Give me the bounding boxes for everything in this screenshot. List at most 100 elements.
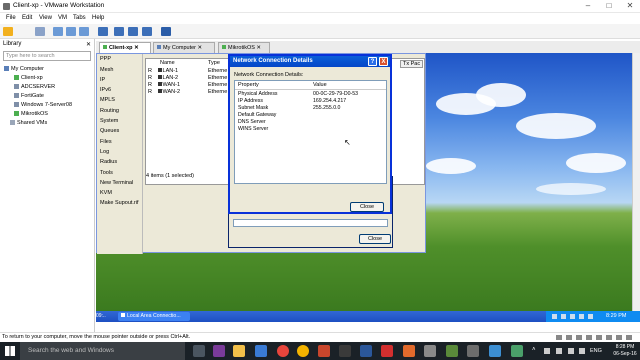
tree-shared-vms[interactable]: Shared VMs (10, 120, 47, 126)
device-icon[interactable] (626, 335, 632, 340)
table-row[interactable]: R LAN-1 Etherne (148, 68, 233, 74)
chrome-canary-icon[interactable] (297, 345, 309, 357)
photos-icon[interactable] (489, 345, 501, 357)
wb-menu-supout[interactable]: Make Supout.rif (97, 200, 142, 206)
close-library-icon[interactable]: ✕ (86, 41, 91, 48)
wb-menu-ip[interactable]: IP (97, 77, 142, 83)
wb-menu-files[interactable]: Files (97, 139, 142, 145)
pdf-icon[interactable] (381, 345, 393, 357)
wb-menu-kvm[interactable]: KVM (97, 190, 142, 196)
app-icon[interactable] (424, 345, 436, 357)
word-icon[interactable] (360, 345, 372, 357)
close-tab-icon[interactable]: ✕ (134, 45, 139, 51)
console-view-icon[interactable] (161, 27, 171, 36)
powerpoint-icon[interactable] (318, 345, 330, 357)
full-screen-icon[interactable] (128, 27, 138, 36)
table-row[interactable]: R WAN-2 Etherne (148, 89, 233, 95)
tray-icon[interactable] (570, 314, 575, 319)
send-keys-icon[interactable] (35, 27, 45, 36)
task-view-icon[interactable] (193, 345, 205, 357)
app-icon[interactable] (511, 345, 523, 357)
tray-icon[interactable] (552, 314, 557, 319)
wb-menu-ppp[interactable]: PPP (97, 56, 142, 62)
menu-file[interactable]: File (6, 15, 16, 21)
windows-start-icon[interactable] (5, 346, 15, 356)
tray-icon[interactable] (561, 314, 566, 319)
power-icon[interactable] (3, 27, 13, 36)
tree-vm-mikrotikos[interactable]: MikrotikOS (14, 111, 48, 117)
tab-client-xp[interactable]: Client-xp ✕ (99, 42, 151, 53)
menu-edit[interactable]: Edit (22, 15, 32, 21)
status-close-button[interactable]: Close (359, 234, 391, 244)
menu-vm[interactable]: VM (58, 15, 67, 21)
col-name-header[interactable]: Name (160, 60, 175, 66)
revert-snapshot-icon[interactable] (66, 27, 76, 36)
wb-menu-system[interactable]: System (97, 118, 142, 124)
tray-icon[interactable] (544, 348, 550, 354)
close-button[interactable]: ✕ (624, 1, 636, 11)
tray-chevron-icon[interactable]: ˄ (532, 347, 536, 353)
menu-tabs[interactable]: Tabs (73, 15, 86, 21)
tree-my-computer[interactable]: My Computer (4, 66, 44, 72)
library-search-input[interactable]: Type here to search (3, 51, 91, 61)
tray-icon[interactable] (588, 314, 593, 319)
table-row[interactable]: R WAN-1 Etherne (148, 82, 233, 88)
tab-mikrotikos[interactable]: MikrotikOS ✕ (218, 42, 270, 53)
tree-vm-fortigate[interactable]: FortiGate (14, 93, 44, 99)
unity-icon[interactable] (142, 27, 152, 36)
wb-menu-new-terminal[interactable]: New Terminal (97, 180, 142, 186)
dialog-close-x-button[interactable]: X (379, 57, 388, 66)
menu-view[interactable]: View (39, 15, 52, 21)
thumbnail-view-icon[interactable] (114, 27, 124, 36)
vmware-taskbar-icon[interactable] (446, 345, 458, 357)
taskbar-search-input[interactable]: Search the web and Windows (20, 342, 185, 360)
device-icon[interactable] (586, 335, 592, 340)
device-icon[interactable] (576, 335, 582, 340)
wb-menu-queues[interactable]: Queues (97, 128, 142, 134)
onenote-icon[interactable] (213, 345, 225, 357)
col-value-header[interactable]: Value (313, 82, 327, 88)
tree-vm-windows7-server08[interactable]: Windows 7-Server08 (14, 102, 72, 108)
device-icon[interactable] (556, 335, 562, 340)
details-close-button[interactable]: Close (350, 202, 384, 212)
col-property-header[interactable]: Property (238, 82, 259, 88)
adobe-icon[interactable] (339, 345, 351, 357)
guest-scrollbar[interactable] (632, 53, 640, 311)
close-tab-icon[interactable]: ✕ (256, 45, 261, 51)
wb-menu-routing[interactable]: Routing (97, 108, 142, 114)
device-icon[interactable] (596, 335, 602, 340)
minimize-button[interactable]: – (582, 1, 594, 11)
tree-vm-adcserver[interactable]: ADCSERVER (14, 84, 55, 90)
help-button[interactable]: ? (368, 57, 377, 66)
tree-vm-client-xp[interactable]: Client-xp (14, 75, 43, 81)
wb-menu-tools[interactable]: Tools (97, 170, 142, 176)
col-tx-header[interactable]: Tx Pac (400, 60, 424, 68)
tray-icon[interactable] (579, 314, 584, 319)
device-icon[interactable] (616, 335, 622, 340)
volume-icon[interactable] (579, 348, 585, 354)
taskbar-task-lan[interactable]: Local Area Connectio... (118, 312, 190, 321)
table-row[interactable]: R LAN-2 Etherne (148, 75, 233, 81)
chrome-icon[interactable] (277, 345, 289, 357)
wb-menu-log[interactable]: Log (97, 149, 142, 155)
snapshot-icon[interactable] (53, 27, 63, 36)
menu-help[interactable]: Help (92, 15, 104, 21)
snapshot-manager-icon[interactable] (79, 27, 89, 36)
col-type-header[interactable]: Type (208, 60, 220, 66)
guest-start-fragment[interactable]: 09:.. (96, 313, 106, 319)
maximize-button[interactable]: □ (603, 1, 615, 11)
taskbar-clock[interactable]: 8:28 PM 06-Sep-16 (612, 344, 638, 358)
language-indicator[interactable]: ENG (590, 348, 602, 354)
wb-menu-mesh[interactable]: Mesh (97, 67, 142, 73)
file-explorer-icon[interactable] (233, 345, 245, 357)
store-icon[interactable] (255, 345, 267, 357)
winbox-taskbar-icon[interactable] (467, 345, 479, 357)
tab-my-computer[interactable]: My Computer ✕ (153, 42, 215, 53)
wb-menu-mpls[interactable]: MPLS (97, 97, 142, 103)
device-icon[interactable] (606, 335, 612, 340)
device-icon[interactable] (566, 335, 572, 340)
close-tab-icon[interactable]: ✕ (198, 45, 203, 51)
tray-icon[interactable] (556, 348, 562, 354)
app-icon[interactable] (403, 345, 415, 357)
wb-menu-ipv6[interactable]: IPv6 (97, 87, 142, 93)
